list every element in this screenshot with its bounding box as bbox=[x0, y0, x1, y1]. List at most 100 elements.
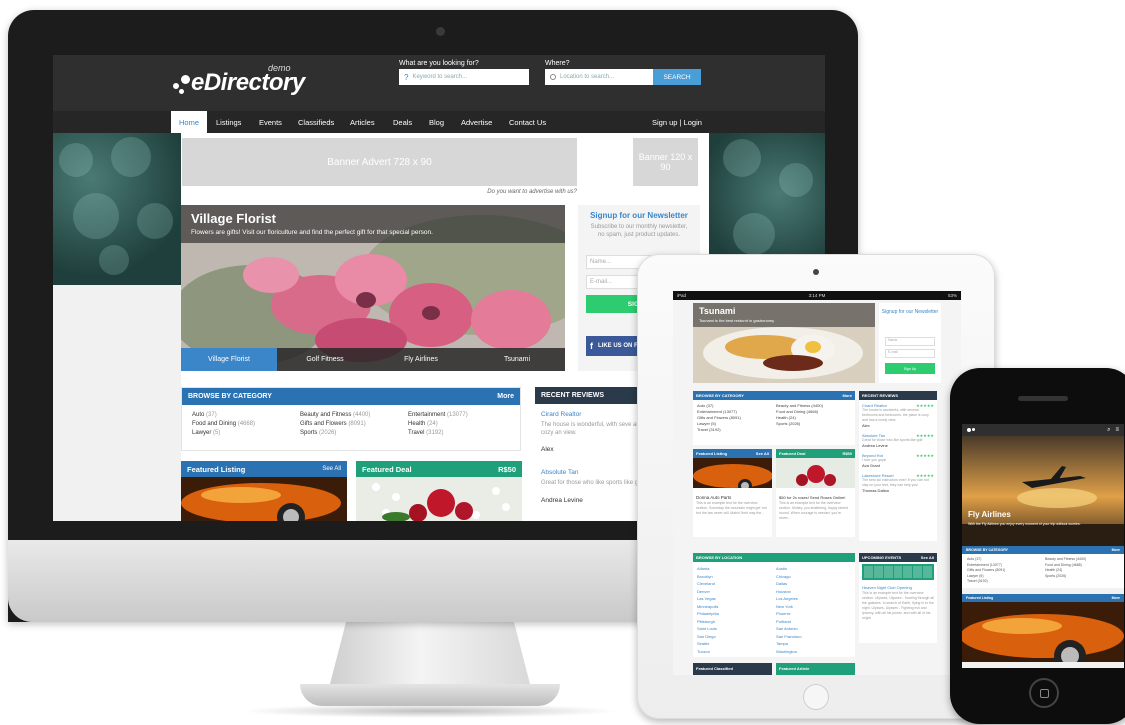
location-item[interactable]: Austin bbox=[776, 565, 851, 573]
nav-classifieds[interactable]: Classifieds bbox=[298, 111, 334, 133]
tablet-newsletter-name[interactable]: Name bbox=[885, 337, 935, 346]
location-item[interactable]: Tucson bbox=[697, 648, 772, 656]
search-icon[interactable]: ⌕ bbox=[1107, 427, 1110, 434]
nav-listings[interactable]: Listings bbox=[216, 111, 241, 133]
category-item[interactable]: Beauty and Fitness (4400) bbox=[300, 412, 408, 418]
nav-articles[interactable]: Articles bbox=[350, 111, 375, 133]
tablet-featured-listing[interactable]: Featured Listing See All Donna Auto Part… bbox=[693, 449, 772, 537]
category-item[interactable]: Beauty and Fitness (4400) bbox=[776, 403, 851, 408]
list-item: Beyond Hot ★★★★★ I love you guys! Ava Gra… bbox=[862, 453, 934, 468]
category-item[interactable]: Auto (37) bbox=[697, 403, 772, 408]
review-title[interactable]: Absolute Tan bbox=[541, 469, 578, 476]
slider-tab-village-florist[interactable]: Village Florist bbox=[181, 348, 277, 371]
location-item[interactable]: Denver bbox=[697, 588, 772, 596]
tablet-featured-article[interactable]: Featured Article bbox=[776, 663, 855, 675]
slider-tab-tsunami[interactable]: Tsunami bbox=[469, 348, 565, 371]
location-item[interactable]: San Antonio bbox=[776, 625, 851, 633]
search-button[interactable]: SEARCH bbox=[653, 69, 701, 85]
location-item[interactable]: Pittsburgh bbox=[697, 618, 772, 626]
category-item[interactable]: Health (24) bbox=[776, 415, 851, 420]
location-item[interactable]: Minneapolis bbox=[697, 603, 772, 611]
tablet-listing-see-all[interactable]: See All bbox=[756, 451, 769, 456]
location-item[interactable]: Cleveland bbox=[697, 580, 772, 588]
event-calendar[interactable] bbox=[862, 564, 934, 580]
tablet-category-more[interactable]: More bbox=[842, 393, 852, 398]
review-title[interactable]: Cirard Realtor bbox=[541, 411, 581, 418]
review-author: Alex bbox=[862, 423, 870, 428]
slider-tab-fly-airlines[interactable]: Fly Airlines bbox=[373, 348, 469, 371]
tablet-hero-slider[interactable]: Tsunami Tsunami is the best resturnt in … bbox=[693, 303, 875, 383]
location-item[interactable]: San Diego bbox=[697, 633, 772, 641]
keyword-input[interactable]: ? Keyword to search... bbox=[399, 69, 529, 85]
tablet-featured-deal[interactable]: Featured Deal R$50 $50 for 2x roses! Sen… bbox=[776, 449, 855, 537]
banner-leaderboard[interactable]: Banner Advert 728 x 90 bbox=[182, 138, 577, 186]
category-item[interactable]: Auto (37) bbox=[192, 412, 300, 418]
featured-deal-card[interactable]: Featured Deal R$50 bbox=[356, 461, 522, 521]
location-item[interactable]: San Francisco bbox=[776, 633, 851, 641]
location-item[interactable]: Chicago bbox=[776, 573, 851, 581]
category-item[interactable]: Entertainment (13077) bbox=[697, 409, 772, 414]
category-more-link[interactable]: More bbox=[497, 393, 514, 400]
location-item[interactable]: Philadelphia bbox=[697, 610, 772, 618]
location-item[interactable]: Atlanta bbox=[697, 565, 772, 573]
location-item[interactable]: Seattle bbox=[697, 640, 772, 648]
category-item[interactable]: Entertainment (13077) bbox=[408, 412, 516, 418]
category-item[interactable]: Gifts and Flowers (8091) bbox=[697, 415, 772, 420]
category-item[interactable]: Gifts and Flowers (8091) bbox=[300, 421, 408, 427]
category-item[interactable]: Sports (2026) bbox=[300, 430, 408, 436]
nav-events[interactable]: Events bbox=[259, 111, 282, 133]
location-item[interactable]: Tampa bbox=[776, 640, 851, 648]
category-item[interactable]: Food and Dining (4668) bbox=[776, 409, 851, 414]
category-item[interactable]: Sports (2026) bbox=[776, 421, 851, 426]
phone-hero-slider[interactable]: Fly Airlines With the Fly Airlines you e… bbox=[962, 436, 1124, 546]
advertise-link[interactable]: Do you want to advertise with us? bbox=[421, 189, 577, 195]
ipad-home-button[interactable] bbox=[803, 684, 829, 710]
hero-slider[interactable]: Village Florist Flowers are gifts! Visit… bbox=[181, 205, 565, 371]
tablet-featured-classified[interactable]: Featured Classified bbox=[693, 663, 772, 675]
location-item[interactable]: Portland bbox=[776, 618, 851, 626]
site-logo[interactable]: eDirectory demo bbox=[173, 63, 305, 97]
nav-deals[interactable]: Deals bbox=[393, 111, 412, 133]
tablet-events-see-all[interactable]: See All bbox=[921, 555, 934, 560]
tablet-newsletter-button[interactable]: Sign Up bbox=[885, 363, 935, 374]
nav-contact[interactable]: Contact Us bbox=[509, 111, 546, 133]
device-mockup-stage: eDirectory demo What are you looking for… bbox=[0, 0, 1125, 725]
location-item[interactable]: Las Vegas bbox=[697, 595, 772, 603]
phone-category-list: Auto (37) Beauty and Fitness (4400) Enter… bbox=[962, 554, 1124, 588]
location-item[interactable]: New York bbox=[776, 603, 851, 611]
nav-blog[interactable]: Blog bbox=[429, 111, 444, 133]
category-item[interactable]: Health (24) bbox=[408, 421, 516, 427]
nav-home[interactable]: Home bbox=[171, 111, 208, 133]
category-item[interactable]: Travel (3192) bbox=[697, 427, 772, 432]
location-item[interactable]: Washington bbox=[776, 648, 851, 656]
location-item[interactable]: Houston bbox=[776, 588, 851, 596]
phone-category-more[interactable]: More bbox=[1112, 548, 1120, 552]
category-item[interactable]: Travel (3192) bbox=[967, 579, 1041, 585]
location-item[interactable]: Phoenix bbox=[776, 610, 851, 618]
category-item[interactable]: Lawyer (5) bbox=[697, 421, 772, 426]
category-item[interactable]: Food and Dining (4668) bbox=[192, 421, 300, 427]
tablet-listing-name[interactable]: Donna Auto Parts bbox=[693, 493, 772, 501]
tablet-newsletter-email[interactable]: E-mail bbox=[885, 349, 935, 358]
location-item[interactable]: Saint Louis bbox=[697, 625, 772, 633]
phone-featured-more[interactable]: More bbox=[1112, 596, 1120, 600]
banner-small[interactable]: Banner 120 x 90 bbox=[633, 138, 698, 186]
featured-listing-see-all[interactable]: See All bbox=[322, 466, 341, 472]
logo-dots-icon[interactable] bbox=[967, 428, 975, 432]
category-item[interactable]: Sports (2026) bbox=[1045, 574, 1119, 580]
category-item[interactable]: Lawyer (5) bbox=[192, 430, 300, 436]
roses-photo bbox=[776, 458, 855, 488]
location-input[interactable]: Location to search... bbox=[545, 69, 653, 85]
iphone-home-button[interactable] bbox=[1029, 678, 1059, 708]
featured-listing-card[interactable]: Featured Listing See All bbox=[181, 461, 347, 521]
tablet-event-name[interactable]: Heaven Night Club Opening bbox=[859, 582, 937, 591]
location-item[interactable]: Brooklyn bbox=[697, 573, 772, 581]
tablet-deal-name[interactable]: $50 for 2x roses! Send Roses Online! bbox=[776, 493, 855, 501]
location-item[interactable]: Los Angeles bbox=[776, 595, 851, 603]
slider-tab-golf-fitness[interactable]: Golf Fitness bbox=[277, 348, 373, 371]
nav-advertise[interactable]: Advertise bbox=[461, 111, 492, 133]
category-item[interactable]: Travel (3192) bbox=[408, 430, 516, 436]
menu-icon[interactable]: ≡ bbox=[1115, 427, 1119, 434]
signup-login-link[interactable]: Sign up | Login bbox=[652, 111, 702, 133]
location-item[interactable]: Dallas bbox=[776, 580, 851, 588]
